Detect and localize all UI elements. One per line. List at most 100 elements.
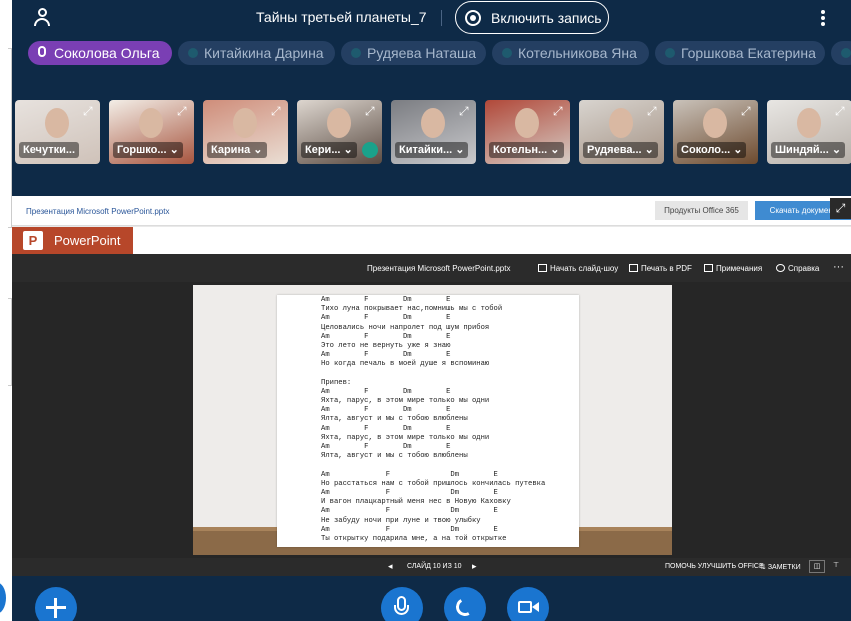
video-tile[interactable]: ⤢ Соколо... ⌄ xyxy=(673,100,758,164)
print-pdf-button[interactable]: Печать в PDF xyxy=(629,264,692,273)
participant-name: Котельникова Яна xyxy=(518,45,637,61)
video-tile[interactable]: ⤢ Китайки... ⌄ xyxy=(391,100,476,164)
notes-button[interactable]: Примечания xyxy=(704,264,762,273)
expand-icon[interactable]: ⤢ xyxy=(177,105,189,117)
phone-icon xyxy=(453,595,477,619)
participant-pill[interactable]: Горшкова Екатерина xyxy=(655,41,825,65)
lyric-line: Am F Dm E xyxy=(321,351,451,360)
expand-icon[interactable]: ⤢ xyxy=(741,105,753,117)
slideshow-icon xyxy=(538,264,547,272)
help-icon xyxy=(776,264,785,272)
video-tile[interactable]: ⤢ Кери... ⌄ xyxy=(297,100,382,164)
record-button[interactable]: Включить запись xyxy=(455,1,609,34)
lyric-line: Яхта, парус, в этом мире только мы одни xyxy=(321,397,490,406)
record-label: Включить запись xyxy=(491,10,602,26)
video-tile[interactable]: ⤢ Котельн... ⌄ xyxy=(485,100,570,164)
status-dot xyxy=(502,48,512,58)
participant-pill-overflow[interactable] xyxy=(831,41,851,65)
participant-pill[interactable]: Соколова Ольга xyxy=(28,41,172,65)
lyric-line: Но расстаться нам с тобой пришлось кончи… xyxy=(321,479,546,488)
expand-icon[interactable]: ⤢ xyxy=(83,105,95,117)
video-tile-name: Котельн... ⌄ xyxy=(489,142,564,158)
expand-icon[interactable]: ⤢ xyxy=(647,105,659,117)
lyric-line: Am F Dm E xyxy=(321,296,451,304)
more-options-icon[interactable] xyxy=(820,10,826,26)
lyric-line: Am F Dm E xyxy=(321,332,451,341)
prev-slide-icon[interactable]: ◂ xyxy=(388,561,393,572)
document-viewer: Презентация Microsoft PowerPoint.pptx Пр… xyxy=(12,196,851,576)
help-button[interactable]: Справка xyxy=(776,264,819,273)
lyric-line: Но когда печаль в моей душе я вспоминаю xyxy=(321,360,490,369)
divider xyxy=(441,10,442,26)
document-header: Презентация Microsoft PowerPoint.pptx Пр… xyxy=(12,196,851,226)
video-tile-name: Рудяева... ⌄ xyxy=(583,142,658,158)
record-icon xyxy=(465,10,481,26)
status-dot xyxy=(351,48,361,58)
toolbar-filename: Презентация Microsoft PowerPoint.pptx xyxy=(367,264,511,273)
lyric-line: Не забуду ночи при луне и твою улыбку xyxy=(321,516,481,525)
improve-office-link[interactable]: ПОМОЧЬ УЛУЧШИТЬ OFFICE xyxy=(665,563,764,570)
participant-name: Соколова Ольга xyxy=(54,45,160,61)
slide-counter: СЛАЙД 10 ИЗ 10 xyxy=(407,563,462,570)
notes-toggle[interactable]: ⇅ ЗАМЕТКИ xyxy=(760,563,801,571)
print-icon xyxy=(629,264,638,272)
expand-icon[interactable]: ⤢ xyxy=(553,105,565,117)
start-slideshow-button[interactable]: Начать слайд-шоу xyxy=(538,264,618,273)
participant-name: Рудяева Наташа xyxy=(367,45,477,61)
lyric-line: Am F Dm E xyxy=(321,387,451,396)
powerpoint-bar: P PowerPoint xyxy=(12,227,851,254)
slide: Am F Dm E Тихо луна покрывает нас,помнишь… xyxy=(193,285,672,555)
participant-pill[interactable]: Китайкина Дарина xyxy=(178,41,335,65)
expand-icon[interactable]: ⤢ xyxy=(365,105,377,117)
lyric-line: Am F Dm E xyxy=(321,507,498,516)
lyric-line xyxy=(321,461,579,470)
video-tile-name: Горшко... ⌄ xyxy=(113,142,183,158)
phone-button[interactable] xyxy=(444,587,486,621)
document-filename[interactable]: Презентация Microsoft PowerPoint.pptx xyxy=(26,207,169,216)
notes-icon xyxy=(704,264,713,272)
more-icon[interactable]: ··· xyxy=(833,261,844,273)
lyric-line: Am F Dm E xyxy=(321,424,451,433)
headphones-icon xyxy=(362,142,378,158)
powerpoint-brand: P PowerPoint xyxy=(12,227,133,254)
slide-status-bar: ◂ СЛАЙД 10 ИЗ 10 ▸ ПОМОЧЬ УЛУЧШИТЬ OFFIC… xyxy=(12,558,851,576)
expand-icon[interactable]: ⤢ xyxy=(271,105,283,117)
expand-icon[interactable]: ⤢ xyxy=(459,105,471,117)
participant-list: Соколова Ольга Китайкина Дарина Рудяева … xyxy=(12,41,851,65)
expand-icon[interactable]: ⤢ xyxy=(835,105,847,117)
video-tile[interactable]: ⤢ Горшко... ⌄ xyxy=(109,100,194,164)
lyric-line: Целовались ночи напролет под шум прибоя xyxy=(321,323,490,332)
lyric-line: Am F Dm E xyxy=(321,314,451,323)
office-products-button[interactable]: Продукты Office 365 xyxy=(655,201,748,220)
microphone-icon xyxy=(38,46,46,57)
video-tile-name: Шиндяй... ⌄ xyxy=(771,142,846,158)
video-tile-name: Кери... ⌄ xyxy=(301,142,357,158)
fullscreen-icon[interactable]: ⤢ xyxy=(830,198,851,219)
video-tile-name: Кечутки... xyxy=(19,142,80,158)
camera-icon xyxy=(518,601,532,613)
meeting-title: Тайны третьей планеты_7 xyxy=(256,9,427,25)
video-tile[interactable]: ⤢ Рудяева... ⌄ xyxy=(579,100,664,164)
next-slide-icon[interactable]: ▸ xyxy=(472,561,477,572)
add-button[interactable] xyxy=(35,587,77,621)
microphone-button[interactable] xyxy=(381,587,423,621)
video-tile[interactable]: ⤢ Кечутки... xyxy=(15,100,100,164)
user-icon[interactable] xyxy=(34,8,50,26)
video-tile[interactable]: ⤢ Шиндяй... ⌄ xyxy=(767,100,851,164)
camera-button[interactable] xyxy=(507,587,549,621)
lyric-line: Am F Dm E xyxy=(321,525,498,534)
participant-name: Китайкина Дарина xyxy=(204,45,324,61)
powerpoint-toolbar: Презентация Microsoft PowerPoint.pptx На… xyxy=(12,254,851,282)
participant-pill[interactable]: Котельникова Яна xyxy=(492,41,649,65)
participant-name: Горшкова Екатерина xyxy=(681,45,816,61)
reading-view-icon[interactable]: ◫ xyxy=(809,560,825,573)
powerpoint-logo-icon: P xyxy=(23,231,43,250)
lyric-line: Ялта, август и мы с тобою влюблены xyxy=(321,415,468,424)
slideshow-view-icon[interactable]: ⊤ xyxy=(833,561,839,569)
lyric-line: Ялта, август и мы с тобою влюблены xyxy=(321,452,468,461)
status-dot xyxy=(188,48,198,58)
video-tile-name: Карина ⌄ xyxy=(207,142,267,158)
participant-pill[interactable]: Рудяева Наташа xyxy=(341,41,486,65)
video-tile[interactable]: ⤢ Карина ⌄ xyxy=(203,100,288,164)
top-bar: Тайны третьей планеты_7 Включить запись xyxy=(12,0,851,36)
